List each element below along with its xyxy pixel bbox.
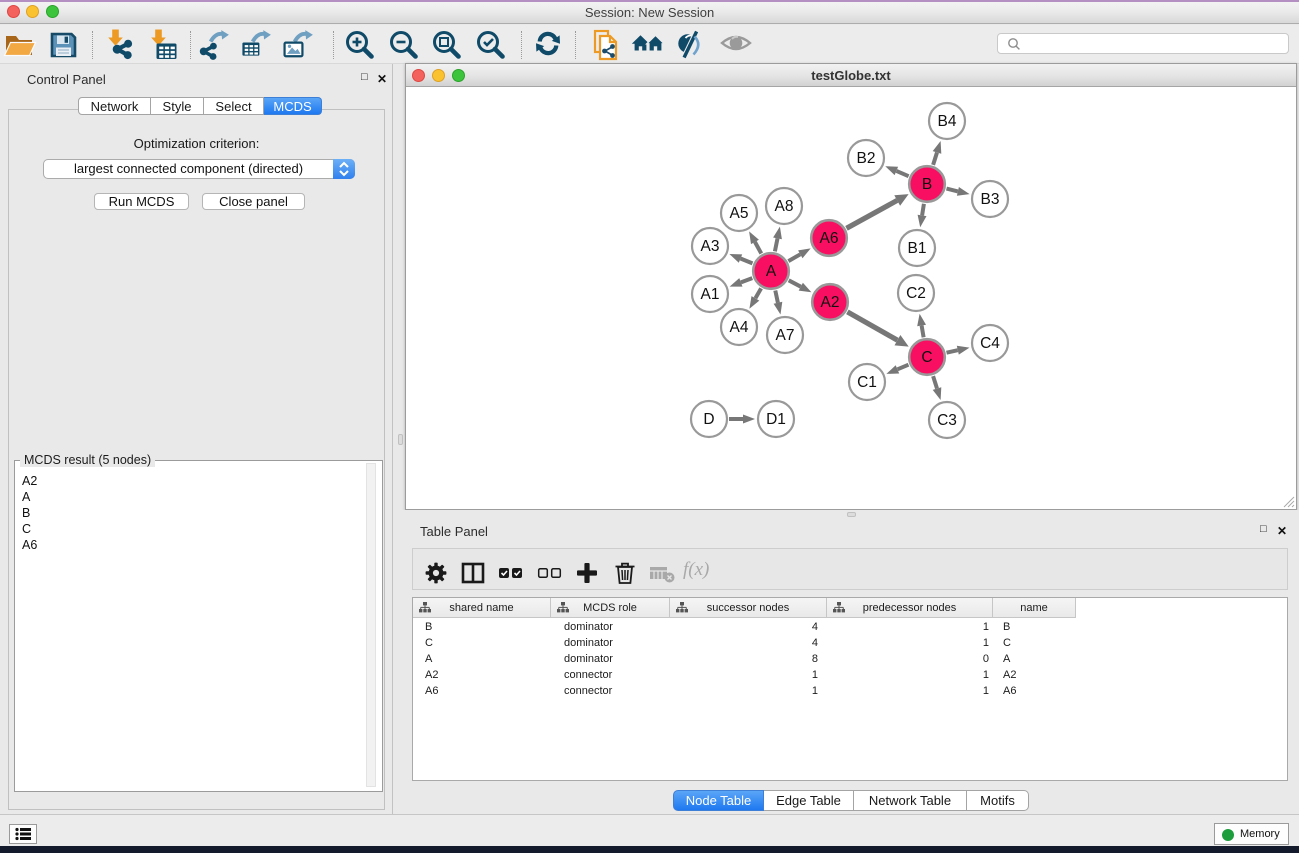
- svg-text:D1: D1: [766, 411, 786, 428]
- svg-text:A7: A7: [776, 327, 795, 344]
- svg-text:B4: B4: [938, 113, 957, 130]
- svg-text:B: B: [922, 176, 932, 193]
- svg-text:A3: A3: [701, 238, 720, 255]
- svg-text:A: A: [766, 263, 777, 280]
- svg-text:B2: B2: [857, 150, 876, 167]
- svg-text:C4: C4: [980, 335, 1000, 352]
- svg-text:A2: A2: [821, 294, 840, 311]
- svg-text:C1: C1: [857, 374, 877, 391]
- svg-text:A8: A8: [775, 198, 794, 215]
- svg-text:A6: A6: [820, 230, 839, 247]
- svg-text:C: C: [921, 349, 932, 366]
- svg-text:A1: A1: [701, 286, 720, 303]
- svg-text:C2: C2: [906, 285, 926, 302]
- svg-text:C3: C3: [937, 412, 957, 429]
- svg-text:D: D: [703, 411, 714, 428]
- svg-text:B1: B1: [908, 240, 927, 257]
- svg-text:B3: B3: [981, 191, 1000, 208]
- svg-text:A5: A5: [730, 205, 749, 222]
- svg-text:A4: A4: [730, 319, 749, 336]
